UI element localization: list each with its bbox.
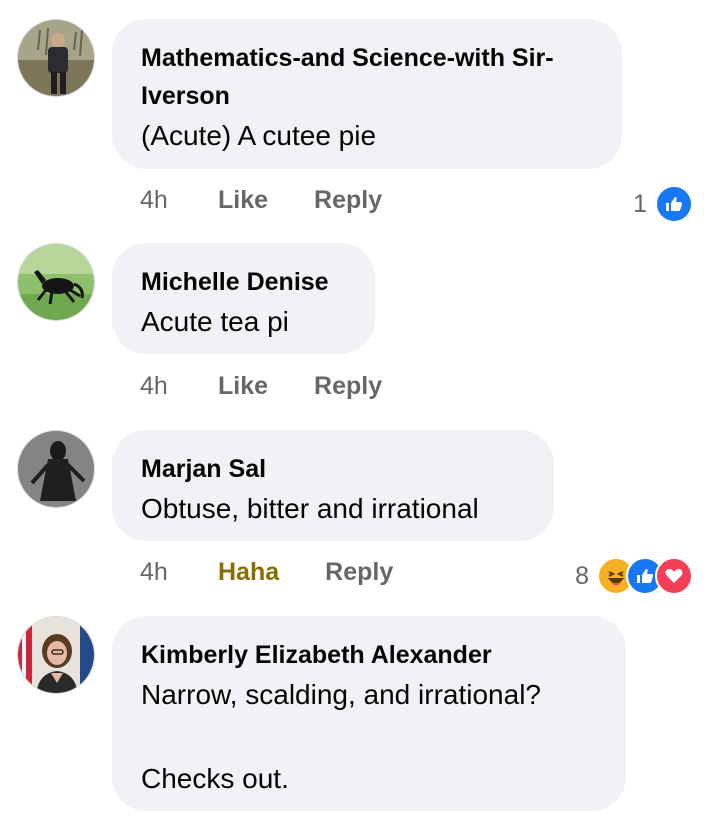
avatar[interactable] (17, 19, 95, 97)
comment-bubble: Marjan Sal Obtuse, bitter and irrational (112, 430, 554, 541)
comment-text: Narrow, scalding, and irrational? Checks… (141, 679, 541, 794)
reaction-summary[interactable]: 8 (575, 556, 693, 596)
comment-text: (Acute) A cutee pie (141, 120, 377, 151)
comment-time[interactable]: 4h (140, 186, 218, 215)
comment-author[interactable]: Michelle Denise (141, 263, 346, 301)
comment-actions: 4h Like Reply (140, 369, 428, 403)
comment-bubble: Mathematics-and Science-with Sir- Iverso… (112, 19, 622, 169)
comment-text: Obtuse, bitter and irrational (141, 493, 479, 524)
comment-actions: 4h Haha Reply (140, 555, 439, 589)
reply-button[interactable]: Reply (325, 558, 393, 587)
avatar[interactable] (17, 243, 95, 321)
comment-author[interactable]: Marjan Sal (141, 450, 525, 488)
reply-button[interactable]: Reply (314, 186, 382, 215)
comment-time[interactable]: 4h (140, 558, 218, 587)
reply-button[interactable]: Reply (314, 372, 382, 401)
like-icon (655, 185, 693, 223)
haha-button[interactable]: Haha (218, 558, 279, 587)
like-button[interactable]: Like (218, 186, 268, 215)
comment-time[interactable]: 4h (140, 372, 218, 401)
love-icon (655, 557, 693, 595)
like-button[interactable]: Like (218, 372, 268, 401)
avatar[interactable] (17, 616, 95, 694)
reaction-summary[interactable]: 1 (633, 184, 693, 224)
reaction-count: 8 (575, 561, 589, 590)
comment-bubble: Kimberly Elizabeth Alexander Narrow, sca… (112, 616, 626, 811)
comment-bubble: Michelle Denise Acute tea pi (112, 243, 375, 354)
reaction-count: 1 (633, 189, 647, 218)
comment-author[interactable]: Mathematics-and Science-with Sir- Iverso… (141, 39, 593, 115)
comment-author[interactable]: Kimberly Elizabeth Alexander (141, 636, 597, 674)
comment-actions: 4h Like Reply (140, 183, 428, 217)
avatar[interactable] (17, 430, 95, 508)
comment-text: Acute tea pi (141, 306, 289, 337)
